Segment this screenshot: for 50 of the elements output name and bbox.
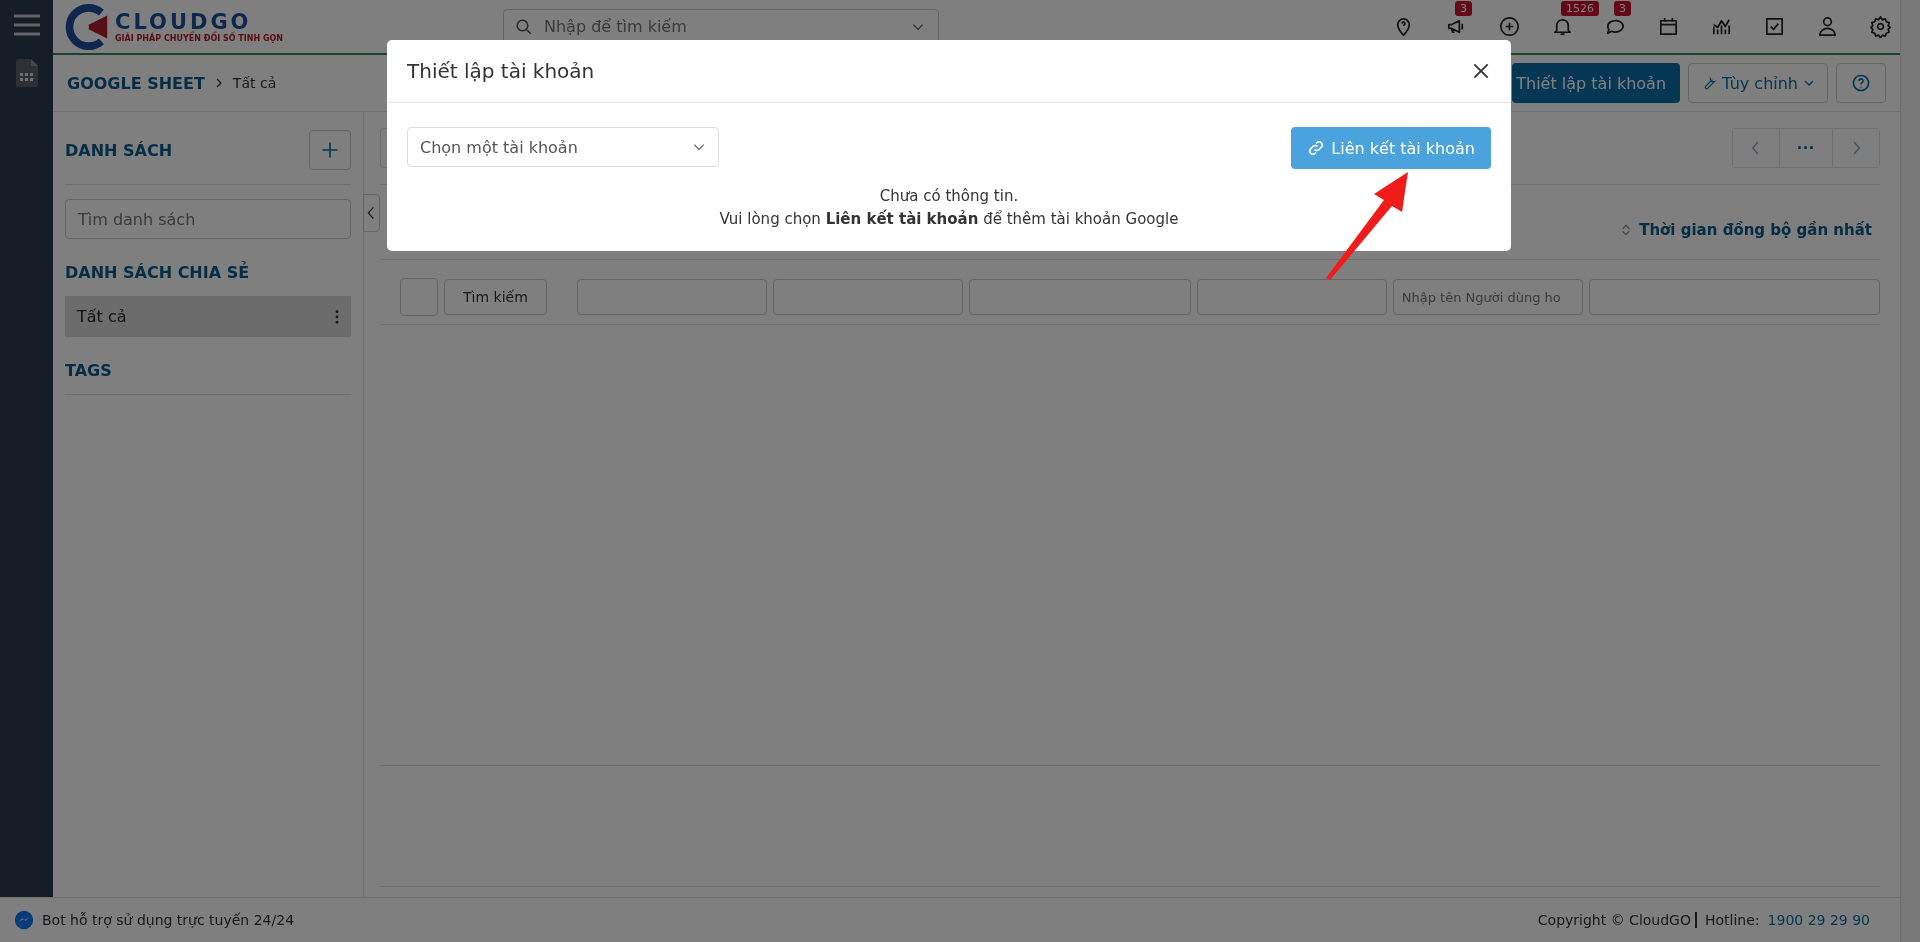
filter-toggle[interactable] [400, 278, 438, 316]
more-pages-button[interactable]: ··· [1779, 129, 1833, 167]
customize-button[interactable]: Tùy chỉnh [1688, 63, 1828, 103]
more-options-icon[interactable] [335, 309, 339, 324]
add-list-button[interactable] [309, 130, 351, 170]
spreadsheet-icon[interactable] [14, 58, 39, 88]
copyright-text: Copyright © CloudGO [1537, 912, 1697, 928]
empty-message: Chưa có thông tin. [878, 186, 1020, 207]
add-icon [320, 140, 340, 160]
filter-field[interactable] [968, 279, 1191, 315]
list-item-label: Tất cả [77, 307, 127, 326]
filter-field[interactable]: Nhập tên Người dùng ho [1392, 279, 1583, 315]
link-icon [1307, 139, 1326, 157]
calendar-icon[interactable] [1657, 15, 1680, 38]
search-button[interactable]: Tìm kiếm [444, 279, 547, 315]
messenger-icon[interactable] [14, 910, 34, 930]
section-title: TAGS [65, 337, 351, 395]
notification-count: 3 [1614, 1, 1631, 16]
filter-field[interactable] [576, 279, 767, 315]
filter-field[interactable] [1588, 279, 1880, 315]
account-select[interactable]: Chọn một tài khoản [407, 127, 719, 167]
close-icon[interactable] [1471, 61, 1491, 81]
list-item[interactable]: Tất cả [65, 296, 351, 337]
help-button[interactable] [1836, 63, 1886, 103]
breadcrumb-current: Tất cả [232, 75, 277, 91]
checkbox-icon[interactable] [1763, 15, 1786, 38]
account-setup-button[interactable]: Thiết lập tài khoản [1512, 63, 1681, 103]
dialog-title: Thiết lập tài khoản [407, 59, 595, 83]
section-title: DANH SÁCH [65, 140, 173, 160]
section-title: DANH SÁCH CHIA SẺ [65, 260, 251, 284]
instruction-text: Vui lòng chọn Liên kết tài khoản để thêm tài khoản Google [718, 209, 1180, 230]
link-account-button[interactable]: Liên kết tài khoản [1291, 127, 1491, 169]
hotline-label: Hotline: [1705, 912, 1760, 928]
column-header[interactable]: Thời gian đồng bộ gần nhất [1639, 221, 1872, 239]
help-icon [1851, 73, 1871, 93]
chatbot-link[interactable]: Bot hỗ trợ sử dụng trực tuyến 24/24 [42, 912, 295, 928]
menu-icon[interactable] [12, 14, 41, 36]
collapse-button[interactable] [363, 194, 380, 232]
filter-field[interactable] [1196, 279, 1387, 315]
search-icon [515, 17, 533, 36]
settings-icon[interactable] [1869, 15, 1892, 38]
user-icon[interactable] [1816, 15, 1839, 38]
notification-count: 1526 [1561, 1, 1599, 16]
scrollbar[interactable] [1900, 0, 1920, 942]
module-title[interactable]: GOOGLE SHEET [67, 73, 205, 93]
notification-count: 3 [1455, 1, 1472, 16]
list-search-field[interactable]: Tìm danh sách [65, 199, 351, 239]
add-icon[interactable] [1498, 15, 1521, 38]
filter-field[interactable] [772, 279, 963, 315]
hotline-link[interactable]: 1900 29 29 90 [1767, 912, 1870, 928]
